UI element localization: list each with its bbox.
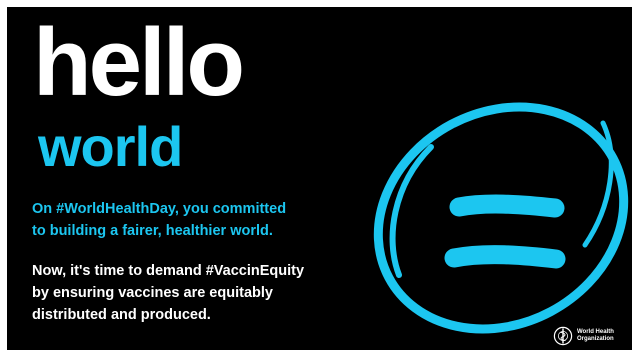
equals-sign-in-circle-icon — [373, 102, 629, 334]
who-name-line-1: World Health — [577, 329, 614, 335]
who-name-line-2: Organization — [577, 336, 614, 342]
who-emblem-icon — [553, 326, 573, 346]
image-frame: hello world On #WorldHealthDay, you comm… — [0, 0, 639, 358]
who-wordmark: World Health Organization — [577, 329, 614, 343]
campaign-banner: hello world On #WorldHealthDay, you comm… — [7, 7, 632, 350]
equals-sign — [444, 194, 566, 269]
who-logo: World Health Organization — [553, 325, 614, 347]
